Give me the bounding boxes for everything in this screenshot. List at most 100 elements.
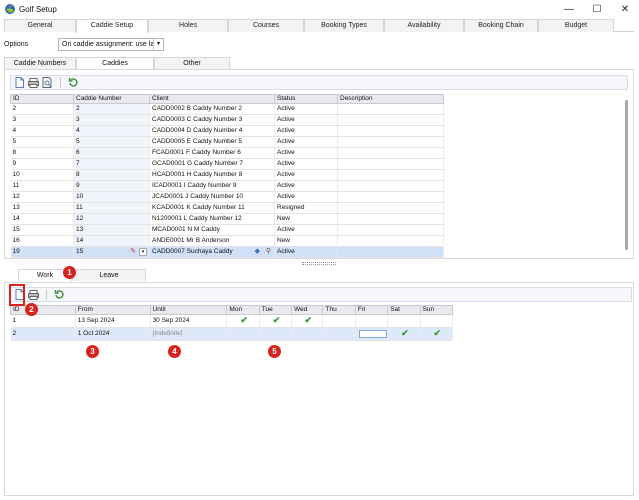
col-id[interactable]: ID: [10, 94, 74, 104]
table-row[interactable]: 1 13 Sep 2024 30 Sep 2024 ✔ ✔ ✔: [10, 314, 454, 328]
fri-edit-box[interactable]: [358, 330, 387, 339]
col-description[interactable]: Description: [337, 94, 444, 104]
tab-holes[interactable]: Holes: [148, 19, 228, 32]
cell-caddie-number[interactable]: 8: [73, 169, 150, 181]
cell-tue[interactable]: ✔: [259, 314, 293, 328]
cell-status[interactable]: Active: [274, 246, 338, 258]
cell-id[interactable]: 10: [10, 169, 74, 181]
refresh-icon[interactable]: [68, 77, 79, 88]
cell-fri[interactable]: [355, 327, 389, 341]
cell-id[interactable]: 2: [10, 327, 76, 341]
caddie-assignment-select[interactable]: On caddie assignment: use las ▾: [58, 37, 164, 51]
cell-id[interactable]: 16: [10, 235, 74, 247]
cell-status[interactable]: Active: [274, 224, 338, 236]
cell-mon[interactable]: [226, 327, 260, 341]
tab-other[interactable]: Other: [154, 57, 230, 69]
tab-courses[interactable]: Courses: [228, 19, 304, 32]
cell-caddie-number[interactable]: 4: [73, 125, 150, 137]
search-icon[interactable]: ⚲: [266, 247, 271, 257]
cell-until[interactable]: 30 Sep 2024: [150, 314, 228, 328]
cell-id[interactable]: 5: [10, 136, 74, 148]
cell-description[interactable]: [337, 169, 444, 181]
tab-booking-chain[interactable]: Booking Chain: [464, 19, 538, 32]
cell-status[interactable]: Active: [274, 136, 338, 148]
cell-id[interactable]: 14: [10, 213, 74, 225]
maximize-button[interactable]: ☐: [583, 0, 611, 18]
table-row[interactable]: 2 2 CADD0002 B Caddy Number 2 Active: [10, 103, 444, 115]
cell-caddie-number[interactable]: 11: [73, 202, 150, 214]
table-row[interactable]: 19 15 ✎ ▾ CADD0007 Suchaya Caddy ◆ ⚲ Active: [10, 246, 444, 258]
cell-client[interactable]: JCAD0001 J Caddy Number 10: [149, 191, 275, 203]
col-client[interactable]: Client: [149, 94, 275, 104]
cell-sat[interactable]: ✔: [387, 327, 421, 341]
table-row[interactable]: 3 3 CADD0003 C Caddy Number 3 Active: [10, 114, 444, 126]
tab-budget[interactable]: Budget: [538, 19, 614, 32]
edit-pencil-icon[interactable]: ✎: [130, 247, 136, 257]
cell-client[interactable]: CADD0005 E Caddy Number 5: [149, 136, 275, 148]
tab-leave[interactable]: Leave: [72, 269, 146, 281]
cell-thu[interactable]: [322, 314, 356, 328]
tab-caddie-setup[interactable]: Caddie Setup: [76, 19, 148, 33]
minimize-button[interactable]: —: [555, 0, 583, 18]
col-sun[interactable]: Sun: [419, 305, 454, 315]
tab-caddie-numbers[interactable]: Caddie Numbers: [4, 57, 76, 69]
cell-id[interactable]: 8: [10, 147, 74, 159]
cell-client[interactable]: ANDE0001 Mr B Anderson: [149, 235, 275, 247]
cell-description[interactable]: [337, 213, 444, 225]
cell-status[interactable]: Active: [274, 103, 338, 115]
cell-wed[interactable]: [291, 327, 324, 341]
table-row[interactable]: 10 8 HCAD0001 H Caddy Number 8 Active: [10, 169, 444, 181]
cell-thu[interactable]: [322, 327, 356, 341]
cell-description[interactable]: [337, 103, 444, 115]
cell-status[interactable]: Active: [274, 169, 338, 181]
table-row[interactable]: 11 9 ICAD0001 I Caddy Number 9 Active: [10, 180, 444, 192]
cell-tue[interactable]: [259, 327, 293, 341]
cell-caddie-number[interactable]: 2: [73, 103, 150, 115]
cell-from[interactable]: 1 Oct 2024: [75, 327, 151, 341]
cell-status[interactable]: Active: [274, 125, 338, 137]
cell-caddie-number[interactable]: 7: [73, 158, 150, 170]
cell-caddie-number[interactable]: 9: [73, 180, 150, 192]
cell-caddie-number[interactable]: 5: [73, 136, 150, 148]
cell-caddie-number[interactable]: 12: [73, 213, 150, 225]
cell-description[interactable]: [337, 202, 444, 214]
col-id[interactable]: ID: [10, 305, 76, 315]
cell-id[interactable]: 12: [10, 191, 74, 203]
tab-availability[interactable]: Availability: [384, 19, 464, 32]
cell-client[interactable]: GCAD0001 G Caddy Number 7: [149, 158, 275, 170]
cell-mon[interactable]: ✔: [226, 314, 260, 328]
col-fri[interactable]: Fri: [354, 305, 389, 315]
table-row[interactable]: 16 14 ANDE0001 Mr B Anderson New: [10, 235, 444, 247]
print-icon[interactable]: [28, 77, 39, 88]
cell-client[interactable]: ICAD0001 I Caddy Number 9: [149, 180, 275, 192]
tab-general[interactable]: General: [4, 19, 76, 32]
cell-id[interactable]: 4: [10, 125, 74, 137]
col-sat[interactable]: Sat: [387, 305, 421, 315]
col-tue[interactable]: Tue: [258, 305, 293, 315]
cell-caddie-number[interactable]: 13: [73, 224, 150, 236]
table-row[interactable]: 9 7 GCAD0001 G Caddy Number 7 Active: [10, 158, 444, 170]
cell-client[interactable]: CADD0004 D Caddy Number 4: [149, 125, 275, 137]
cell-description[interactable]: [337, 180, 444, 192]
cell-caddie-number[interactable]: 15 ✎ ▾: [73, 246, 150, 258]
cell-description[interactable]: [337, 125, 444, 137]
cell-id[interactable]: 19: [10, 246, 74, 258]
table-row[interactable]: 15 13 MCAD0001 N M Caddy Active: [10, 224, 444, 236]
cell-status[interactable]: Active: [274, 114, 338, 126]
cell-description[interactable]: [337, 147, 444, 159]
table-row[interactable]: 2 1 Oct 2024 [Indefinite] ✔ ✔: [10, 327, 454, 341]
cell-id[interactable]: 13: [10, 202, 74, 214]
cell-id[interactable]: 1: [10, 314, 76, 328]
cell-status[interactable]: Active: [274, 191, 338, 203]
cell-client[interactable]: HCAD0001 H Caddy Number 8: [149, 169, 275, 181]
table-row[interactable]: 14 12 N1200001 L Caddy Number 12 New: [10, 213, 444, 225]
cell-status[interactable]: Active: [274, 158, 338, 170]
cell-status[interactable]: Resigned: [274, 202, 338, 214]
cell-fri[interactable]: [355, 314, 389, 328]
cell-client[interactable]: KCAD0001 K Caddy Number 11: [149, 202, 275, 214]
cell-status[interactable]: Active: [274, 147, 338, 159]
tab-caddies[interactable]: Caddies: [76, 57, 154, 69]
cell-id[interactable]: 15: [10, 224, 74, 236]
cell-caddie-number[interactable]: 14: [73, 235, 150, 247]
cell-description[interactable]: [337, 136, 444, 148]
